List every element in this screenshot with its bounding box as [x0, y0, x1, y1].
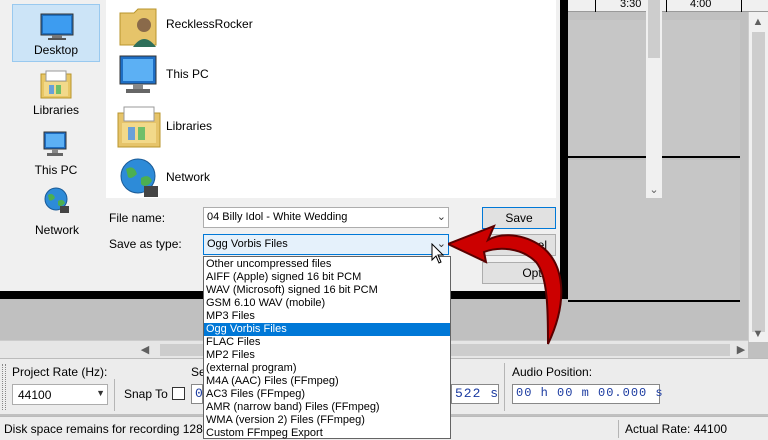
user-folder-icon [119, 8, 157, 47]
selection-start-field[interactable]: 0 [191, 384, 203, 404]
file-type-option[interactable]: AMR (narrow band) Files (FFmpeg) [204, 401, 450, 414]
place-desktop[interactable]: Desktop [12, 4, 100, 62]
project-rate-label: Project Rate (Hz): [12, 365, 108, 379]
desktop-icon [40, 13, 74, 40]
file-type-option[interactable]: AC3 Files (FFmpeg) [204, 388, 450, 401]
file-name-input[interactable]: 04 Billy Idol - White Wedding ⌄ [203, 207, 449, 228]
file-label: Libraries [166, 119, 213, 133]
actual-rate-status: Actual Rate: 44100 [625, 422, 728, 436]
disk-space-status: Disk space remains for recording 128 h [4, 422, 213, 436]
places-bar: Desktop Libraries This PC [0, 0, 106, 213]
libraries-folder-icon [117, 106, 161, 148]
file-type-option[interactable]: AIFF (Apple) signed 16 bit PCM [204, 271, 450, 284]
file-type-option[interactable]: WMA (version 2) Files (FFmpeg) [204, 414, 450, 427]
track-vertical-scrollbar[interactable]: ▲ ▼ [748, 12, 768, 342]
scroll-thumb[interactable] [648, 0, 660, 58]
scroll-down-icon[interactable]: ⌄ [647, 183, 661, 196]
project-rate-select[interactable]: 44100 ▼ [12, 384, 108, 405]
file-type-option[interactable]: WAV (Microsoft) signed 16 bit PCM [204, 284, 450, 297]
timeline-ruler[interactable]: 3:30 4:00 [563, 0, 768, 12]
snap-to-label: Snap To [124, 387, 168, 401]
project-rate-value: 44100 [18, 388, 52, 402]
place-label: Libraries [32, 103, 80, 117]
file-type-option[interactable]: GSM 6.10 WAV (mobile) [204, 297, 450, 310]
scroll-left-icon[interactable]: ◀ [138, 343, 152, 356]
file-type-option[interactable]: FLAC Files [204, 336, 450, 349]
scroll-right-icon[interactable]: ▶ [734, 343, 748, 356]
file-type-option[interactable]: Other uncompressed files [204, 258, 450, 271]
place-this-pc[interactable]: This PC [12, 126, 100, 184]
ruler-tick [595, 0, 596, 12]
selection-end-field[interactable]: 522 s [451, 384, 499, 404]
audio-position-value: 00 h 00 m 00.000 s [516, 386, 664, 400]
network-globe-icon [120, 158, 158, 197]
file-name-label: File name: [109, 211, 166, 225]
place-label: This PC [34, 163, 78, 177]
computer-icon [119, 55, 157, 93]
save-as-type-label: Save as type: [109, 237, 182, 251]
mouse-cursor-icon [431, 243, 445, 264]
toolbar-gripper[interactable] [2, 364, 6, 410]
scroll-thumb[interactable] [752, 32, 765, 332]
file-label: RecklessRocker [166, 17, 253, 31]
file-item-network[interactable]: Network [112, 154, 532, 202]
file-label: Network [166, 170, 211, 184]
save-as-type-dropdown: Other uncompressed files AIFF (Apple) sig… [203, 256, 451, 439]
scroll-down-icon[interactable]: ▼ [751, 328, 765, 340]
scroll-up-icon[interactable]: ▲ [751, 16, 765, 28]
annotation-arrow-icon [448, 224, 563, 345]
status-separator [618, 420, 619, 438]
file-type-option[interactable]: M4A (AAC) Files (FFmpeg) [204, 375, 450, 388]
file-type-option[interactable]: Custom FFmpeg Export [204, 427, 450, 440]
save-as-type-value: Ogg Vorbis Files [207, 238, 288, 250]
network-icon [44, 187, 69, 213]
file-type-option[interactable]: MP3 Files [204, 310, 450, 323]
audio-position-field[interactable]: 00 h 00 m 00.000 s [512, 384, 663, 404]
snap-to-checkbox[interactable] [172, 387, 185, 400]
computer-icon [43, 131, 67, 156]
file-type-option[interactable]: Ogg Vorbis Files [204, 323, 450, 336]
file-name-value: 04 Billy Idol - White Wedding [207, 211, 348, 223]
ruler-tick [741, 0, 742, 12]
file-list[interactable]: RecklessRocker This PC Libraries Network… [106, 0, 662, 198]
file-item-libraries[interactable]: Libraries [112, 103, 532, 151]
track-divider [568, 300, 740, 302]
file-label: This PC [166, 67, 209, 81]
place-label: Network [35, 223, 80, 237]
chevron-down-icon: ▼ [96, 388, 105, 398]
place-label: Desktop [33, 43, 79, 57]
ruler-tick [666, 0, 667, 12]
ruler-label: 3:30 [620, 0, 642, 10]
toolbar-separator [504, 363, 505, 411]
toolbar-separator [114, 379, 115, 411]
file-type-option[interactable]: MP2 Files [204, 349, 450, 362]
ruler-label: 4:00 [690, 0, 712, 10]
file-type-option[interactable]: (external program) [204, 362, 450, 375]
file-item-recklessrocker[interactable]: RecklessRocker [112, 1, 532, 49]
audio-position-label: Audio Position: [512, 365, 593, 379]
place-libraries[interactable]: Libraries [12, 66, 100, 124]
save-as-type-select[interactable]: Ogg Vorbis Files ⌄ [203, 234, 449, 255]
chevron-down-icon[interactable]: ⌄ [437, 210, 446, 223]
selection-end-value: 522 s [455, 386, 500, 401]
libraries-icon [40, 70, 72, 99]
file-item-this-pc[interactable]: This PC [112, 51, 532, 99]
file-list-scrollbar[interactable]: ⌄ [646, 0, 662, 198]
